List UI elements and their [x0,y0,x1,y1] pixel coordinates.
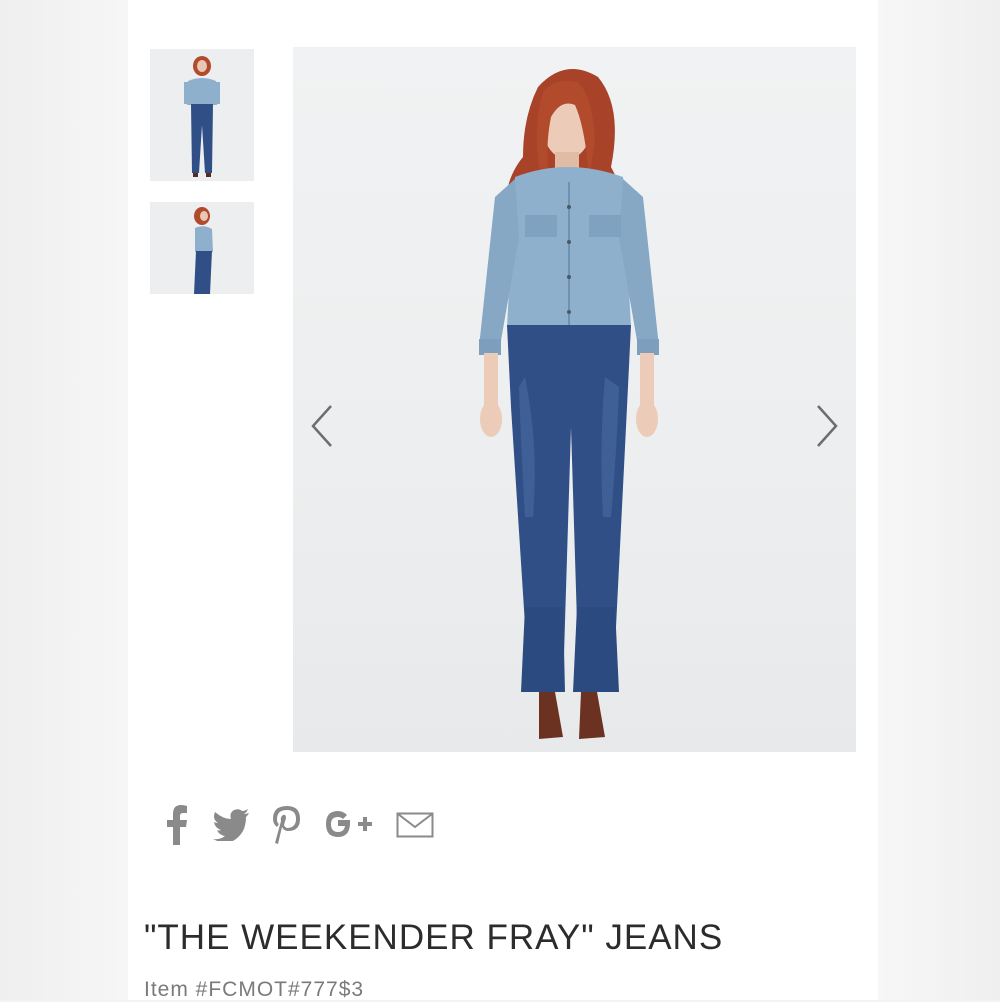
facebook-icon [167,805,187,845]
share-email-button[interactable] [396,812,434,838]
thumbnail-front-image [150,49,254,181]
main-product-image [293,47,856,752]
google-plus-icon [326,811,372,837]
chevron-left-icon [311,405,332,447]
product-card: "THE WEEKENDER FRAY" JEANS Item #FCMOT#7… [128,0,878,1001]
chevron-right-icon [817,405,838,447]
thumbnail-side-image [150,202,254,294]
thumbnail-side[interactable] [150,202,254,294]
thumbnail-front[interactable] [150,49,254,181]
share-bar [164,800,434,850]
page-margin-left [0,0,128,1000]
pinterest-icon [273,806,300,844]
share-google-plus-button[interactable] [324,809,374,841]
next-image-button[interactable] [810,399,844,453]
email-icon [396,812,434,838]
product-title: "THE WEEKENDER FRAY" JEANS [144,918,724,957]
share-twitter-button[interactable] [212,809,250,841]
share-facebook-button[interactable] [164,805,190,845]
model-photo [479,69,659,739]
share-pinterest-button[interactable] [272,805,302,845]
twitter-icon [213,809,249,841]
previous-image-button[interactable] [305,399,339,453]
item-number: Item #FCMOT#777$3 [144,978,365,1001]
page-margin-right [878,0,1000,1000]
